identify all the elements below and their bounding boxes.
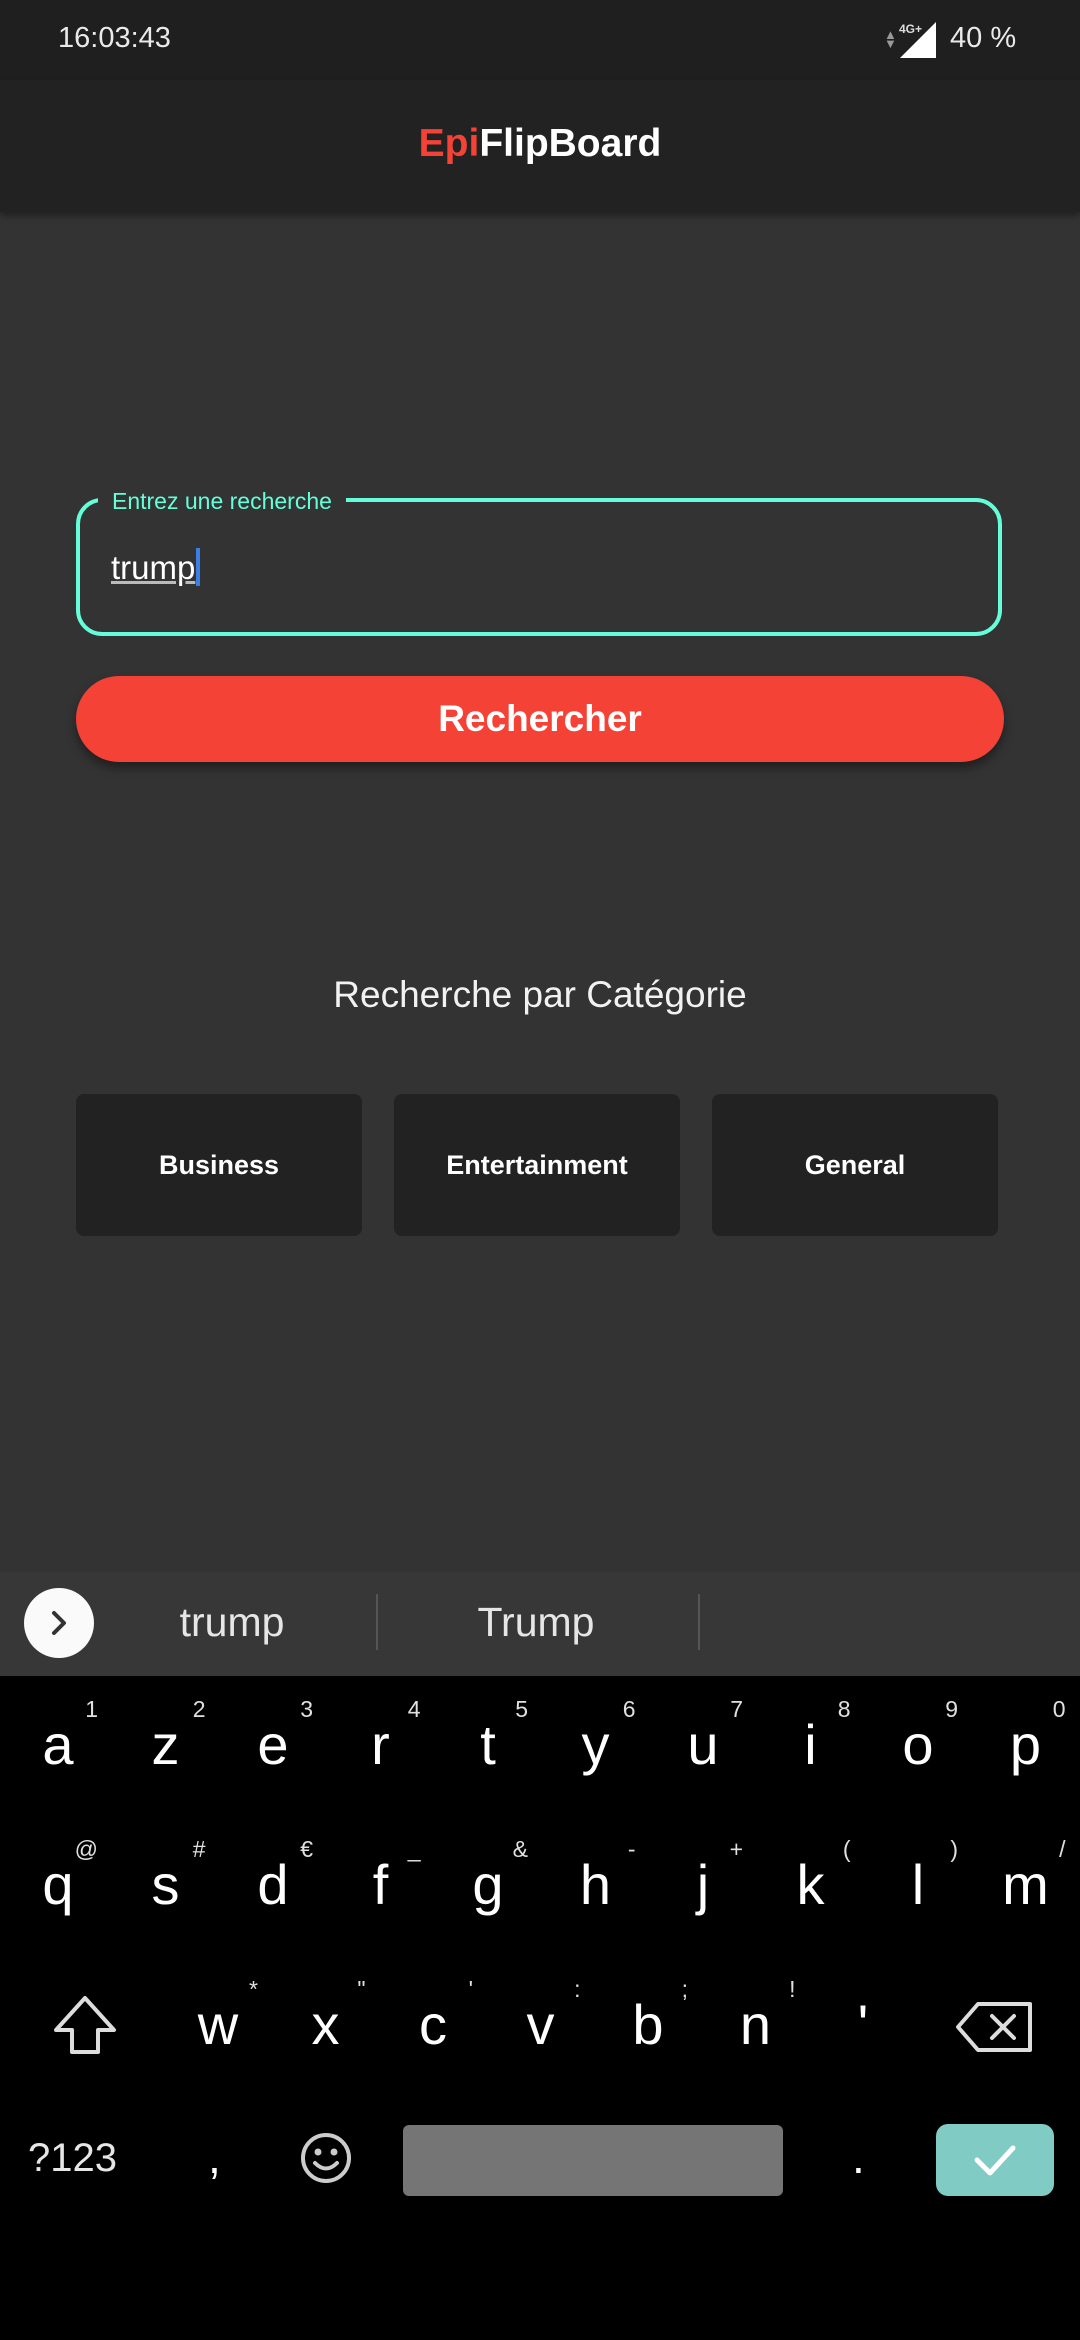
key-secondary-label: 9	[945, 1696, 958, 1722]
key-secondary-label: +	[729, 1836, 743, 1862]
key-h[interactable]: h-	[542, 1816, 650, 1946]
category-section-title: Recherche par Catégorie	[333, 974, 747, 1015]
key-g[interactable]: g &	[434, 1816, 542, 1946]
search-input-label: Entrez une recherche	[98, 486, 346, 516]
battery-percentage: 40 %	[950, 22, 1017, 54]
key-label: '	[857, 1993, 869, 2056]
key-secondary-label: "	[357, 1976, 366, 2002]
checkmark-icon	[974, 2145, 1016, 2176]
search-input-value[interactable]: trump	[111, 548, 201, 587]
category-entertainment-button[interactable]: Entertainment	[394, 1094, 680, 1236]
key-r[interactable]: r4	[327, 1676, 435, 1806]
key-secondary-label: 3	[300, 1696, 313, 1722]
key-secondary-label: €	[300, 1836, 313, 1862]
key-s[interactable]: s #	[112, 1816, 220, 1946]
symbols-key[interactable]: ?123	[28, 2136, 117, 2181]
key-n[interactable]: n!	[702, 1956, 810, 2086]
key-y[interactable]: y6	[542, 1676, 650, 1806]
key-a[interactable]: a1	[4, 1676, 112, 1806]
key-w[interactable]: w *	[164, 1956, 272, 2086]
enter-key[interactable]	[936, 2124, 1054, 2196]
key-v[interactable]: v:	[487, 1956, 595, 2086]
key-secondary-label: 5	[515, 1696, 528, 1722]
app-title-main: FlipBoard	[479, 122, 662, 165]
key-secondary-label: &	[512, 1836, 528, 1862]
app-bar: EpiFlipBoard	[0, 80, 1080, 212]
category-business-button[interactable]: Business	[76, 1094, 362, 1236]
text-caret	[196, 548, 201, 586]
signal-icon	[900, 22, 936, 58]
key-secondary-label: _	[407, 1836, 421, 1862]
suggestion-item[interactable]: trump	[122, 1599, 342, 1646]
data-arrows-icon: ▲ ▼	[884, 27, 897, 51]
key-secondary-label: 0	[1052, 1696, 1066, 1722]
key-secondary-label: )	[950, 1836, 958, 1862]
key-secondary-label: @	[74, 1836, 98, 1862]
key-secondary-label: 8	[837, 1696, 851, 1722]
backspace-icon[interactable]	[950, 1992, 1040, 2062]
key-secondary-label: -	[627, 1836, 636, 1862]
key-secondary-label: ;	[681, 1976, 688, 2002]
key-u[interactable]: u7	[649, 1676, 757, 1806]
search-button[interactable]: Rechercher	[76, 676, 1004, 762]
key-secondary-label: 1	[85, 1696, 98, 1722]
key-d[interactable]: d €	[219, 1816, 327, 1946]
key-secondary-label: *	[249, 1976, 258, 2002]
shift-icon[interactable]	[30, 1990, 140, 2060]
key-o[interactable]: o9	[864, 1676, 972, 1806]
space-key[interactable]	[403, 2125, 783, 2196]
key-b[interactable]: b;	[594, 1956, 702, 2086]
key-p[interactable]: p0	[972, 1676, 1080, 1806]
emoji-icon[interactable]	[298, 2130, 354, 2186]
key-secondary-label: :	[574, 1976, 581, 2002]
key-c[interactable]: c '	[379, 1956, 487, 2086]
key-k[interactable]: k(	[757, 1816, 865, 1946]
comma-key[interactable]: ,	[208, 2130, 221, 2184]
suggestion-divider	[698, 1594, 700, 1650]
key-z[interactable]: z2	[112, 1676, 220, 1806]
search-input[interactable]	[76, 498, 1002, 636]
key-l[interactable]: l)	[864, 1816, 972, 1946]
chevron-right-icon[interactable]	[24, 1588, 94, 1658]
status-time: 16:03:43	[58, 22, 171, 54]
category-general-button[interactable]: General	[712, 1094, 998, 1236]
key-f[interactable]: f _	[327, 1816, 435, 1946]
suggestion-item[interactable]: Trump	[426, 1599, 646, 1646]
key-secondary-label: !	[789, 1976, 796, 2002]
key-j[interactable]: j +	[649, 1816, 757, 1946]
key-secondary-label: #	[192, 1836, 206, 1862]
app-title: EpiFlipBoard	[0, 122, 1080, 166]
key-secondary-label: 4	[407, 1696, 421, 1722]
app-title-accent: Epi	[418, 122, 480, 165]
key-q[interactable]: q @	[4, 1816, 112, 1946]
key-secondary-label: (	[842, 1836, 851, 1862]
key-secondary-label: 7	[730, 1696, 743, 1722]
keyboard: a1z2e3r4t5y6u7i8o9p0 q @ s # d € f _ g & h - j + k(l) m…	[0, 1676, 1080, 2340]
key-t[interactable]: t5	[434, 1676, 542, 1806]
key-apostrophe[interactable]: '	[809, 1956, 917, 2086]
search-input-text: trump	[111, 549, 196, 586]
key-m[interactable]: m /	[972, 1816, 1080, 1946]
key-secondary-label: 6	[622, 1696, 636, 1722]
key-secondary-label: 2	[192, 1696, 206, 1722]
key-x[interactable]: x "	[272, 1956, 380, 2086]
key-i[interactable]: i8	[757, 1676, 865, 1806]
period-key[interactable]: .	[852, 2130, 865, 2184]
key-e[interactable]: e3	[219, 1676, 327, 1806]
suggestion-divider	[376, 1594, 378, 1650]
key-secondary-label: '	[468, 1976, 473, 2002]
key-secondary-label: /	[1059, 1836, 1066, 1862]
status-bar: 16:03:43 ▲ ▼ 4G+ 40 %	[0, 0, 1080, 80]
